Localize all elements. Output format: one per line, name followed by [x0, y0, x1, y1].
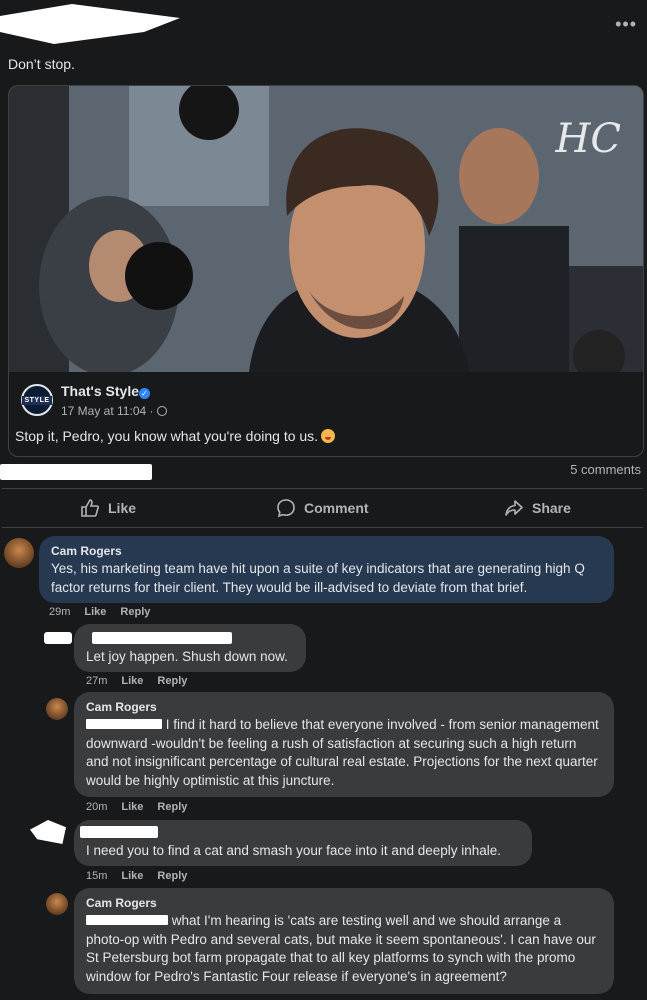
redacted-mention	[86, 915, 168, 925]
page-avatar[interactable]: STYLE	[21, 384, 53, 416]
comment-bubble: Cam Rogers I find it hard to believe tha…	[74, 692, 614, 797]
redacted-author	[92, 632, 232, 644]
comment-reply-link[interactable]: Reply	[157, 675, 187, 687]
comment-like-link[interactable]: Like	[84, 606, 106, 618]
comment-text: I need you to find a cat and smash your …	[86, 843, 502, 858]
watermark-logo: HC	[555, 116, 622, 162]
comment-bubble: Cam Rogers Yes, his marketing team have …	[39, 536, 614, 603]
comment-time[interactable]: 15m	[86, 870, 107, 882]
comment-meta: 15m Like Reply	[86, 870, 187, 882]
comment-time[interactable]: 27m	[86, 675, 107, 687]
comment-text: I find it hard to believe that everyone …	[86, 716, 602, 790]
like-button[interactable]: Like	[80, 492, 136, 524]
comment-bubble: Let joy happen. Shush down now.	[74, 624, 306, 672]
comment-text: Let joy happen. Shush down now.	[86, 649, 288, 664]
redacted-poster-name	[0, 4, 180, 44]
more-dots-icon[interactable]: •••	[615, 14, 637, 35]
comment-author[interactable]: Cam Rogers	[51, 544, 602, 558]
avatar[interactable]	[4, 538, 34, 568]
comment-icon	[277, 499, 295, 518]
comment-like-link[interactable]: Like	[121, 870, 143, 882]
comment-text: what I'm hearing is 'cats are testing we…	[86, 912, 602, 986]
divider	[2, 488, 643, 489]
post-text: Don’t stop.	[8, 56, 75, 72]
comment-time[interactable]: 29m	[49, 606, 70, 618]
redacted-author	[80, 826, 158, 838]
comment-meta: 20m Like Reply	[86, 801, 187, 813]
comment-bubble: Cam Rogers what I'm hearing is 'cats are…	[74, 888, 614, 994]
verified-badge-icon: ✓	[139, 388, 150, 399]
avatar[interactable]	[46, 893, 68, 915]
comment-reply-link[interactable]: Reply	[157, 870, 187, 882]
redacted-reactions	[0, 464, 152, 480]
comments-count[interactable]: 5 comments	[570, 462, 641, 477]
redacted-avatar	[44, 632, 72, 644]
comment-bubble: I need you to find a cat and smash your …	[74, 820, 532, 866]
comment-text: Yes, his marketing team have hit upon a …	[51, 561, 585, 595]
comment-meta: 27m Like Reply	[86, 675, 187, 687]
emoji-icon	[321, 429, 336, 443]
share-button[interactable]: Share	[504, 492, 571, 524]
comment-author[interactable]: Cam Rogers	[86, 700, 602, 714]
comment-meta: 29m Like Reply	[49, 606, 150, 618]
comment-label: Comment	[304, 500, 369, 516]
page-avatar-text: STYLE	[22, 395, 52, 405]
post-photo[interactable]: HC	[9, 86, 643, 372]
comment-button[interactable]: Comment	[276, 492, 369, 524]
shared-post-text-content: Stop it, Pedro, you know what you're doi…	[15, 428, 319, 444]
shared-post-text: Stop it, Pedro, you know what you're doi…	[15, 428, 336, 444]
avatar[interactable]	[46, 698, 68, 720]
comment-time[interactable]: 20m	[86, 801, 107, 813]
page-name[interactable]: That's Style	[61, 383, 139, 399]
comment-author[interactable]: Cam Rogers	[86, 896, 602, 910]
globe-icon	[156, 406, 167, 416]
photo-illustration	[9, 86, 643, 372]
like-label: Like	[108, 500, 137, 516]
shared-post-card[interactable]: HC STYLE That's Style ✓ 17 May at 11:04 …	[8, 85, 644, 457]
share-label: Share	[532, 500, 571, 516]
redacted-mention	[86, 719, 162, 729]
divider	[2, 527, 643, 528]
post-timestamp[interactable]: 17 May at 11:04 ·	[61, 404, 154, 418]
comment-like-link[interactable]: Like	[121, 675, 143, 687]
comment-reply-link[interactable]: Reply	[157, 801, 187, 813]
thumbs-up-icon	[81, 499, 99, 517]
stats-row: 5 comments	[0, 462, 647, 484]
redacted-avatar	[30, 820, 66, 844]
comment-text-content: I find it hard to believe that everyone …	[86, 717, 599, 788]
page-meta: 17 May at 11:04 ·	[61, 404, 167, 418]
share-icon	[505, 500, 523, 516]
comment-reply-link[interactable]: Reply	[120, 606, 150, 618]
comment-like-link[interactable]: Like	[121, 801, 143, 813]
